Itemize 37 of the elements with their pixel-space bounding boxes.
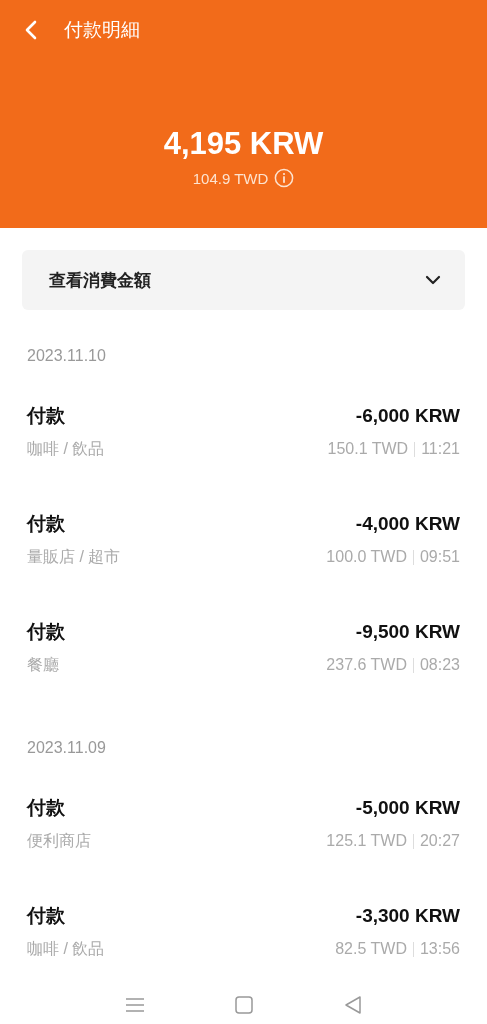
chevron-icon: [425, 275, 441, 286]
transaction-time: 08:23: [419, 656, 460, 675]
transaction-category: 餐廳: [27, 654, 59, 675]
total-amount: 4,195 KRW: [163, 126, 324, 162]
back-icon[interactable]: [343, 995, 362, 1016]
transaction-time: 09:51: [419, 548, 460, 567]
transaction-amount: -6,000 KRW: [355, 405, 460, 428]
transaction-time: 13:56: [419, 940, 460, 959]
transaction-category: 咖啡 / 飲品: [27, 438, 105, 459]
date-heading: 2023.11.10: [26, 346, 106, 367]
converted-amount: 150.1 TWD: [327, 440, 409, 459]
info-icon[interactable]: [274, 168, 295, 188]
back-button[interactable]: [24, 19, 38, 41]
transaction-amount: -3,300 KRW: [355, 905, 460, 928]
converted-amount: 104.9 TWD: [192, 169, 269, 187]
transaction-time: 11:21: [421, 440, 460, 459]
transaction-amount: -5,000 KRW: [355, 797, 460, 820]
transaction-amount: -9,500 KRW: [355, 621, 460, 644]
transaction-category: 咖啡 / 飲品: [27, 938, 105, 959]
transaction-category: 量販店 / 超市: [27, 546, 121, 567]
converted-amount: 125.1 TWD: [326, 832, 407, 851]
page-title: 付款明細: [64, 18, 140, 42]
transaction-title: 付款: [27, 404, 65, 429]
converted-amount: 82.5 TWD: [335, 940, 407, 959]
home-icon[interactable]: [235, 996, 254, 1015]
converted-amount: 237.6 TWD: [326, 656, 407, 675]
menu-icon[interactable]: [125, 997, 146, 1014]
transaction-amount: -4,000 KRW: [355, 513, 460, 536]
transaction-title: 付款: [27, 512, 65, 537]
spending-dropdown[interactable]: 查看消費金額: [22, 250, 465, 311]
transaction-title: 付款: [27, 904, 65, 929]
transaction-category: 便利商店: [27, 830, 91, 851]
transaction-title: 付款: [27, 620, 65, 645]
date-heading: 2023.11.09: [26, 738, 106, 759]
converted-amount: 100.0 TWD: [326, 548, 407, 567]
transaction-time: 20:27: [419, 832, 460, 851]
transaction-title: 付款: [27, 796, 65, 821]
